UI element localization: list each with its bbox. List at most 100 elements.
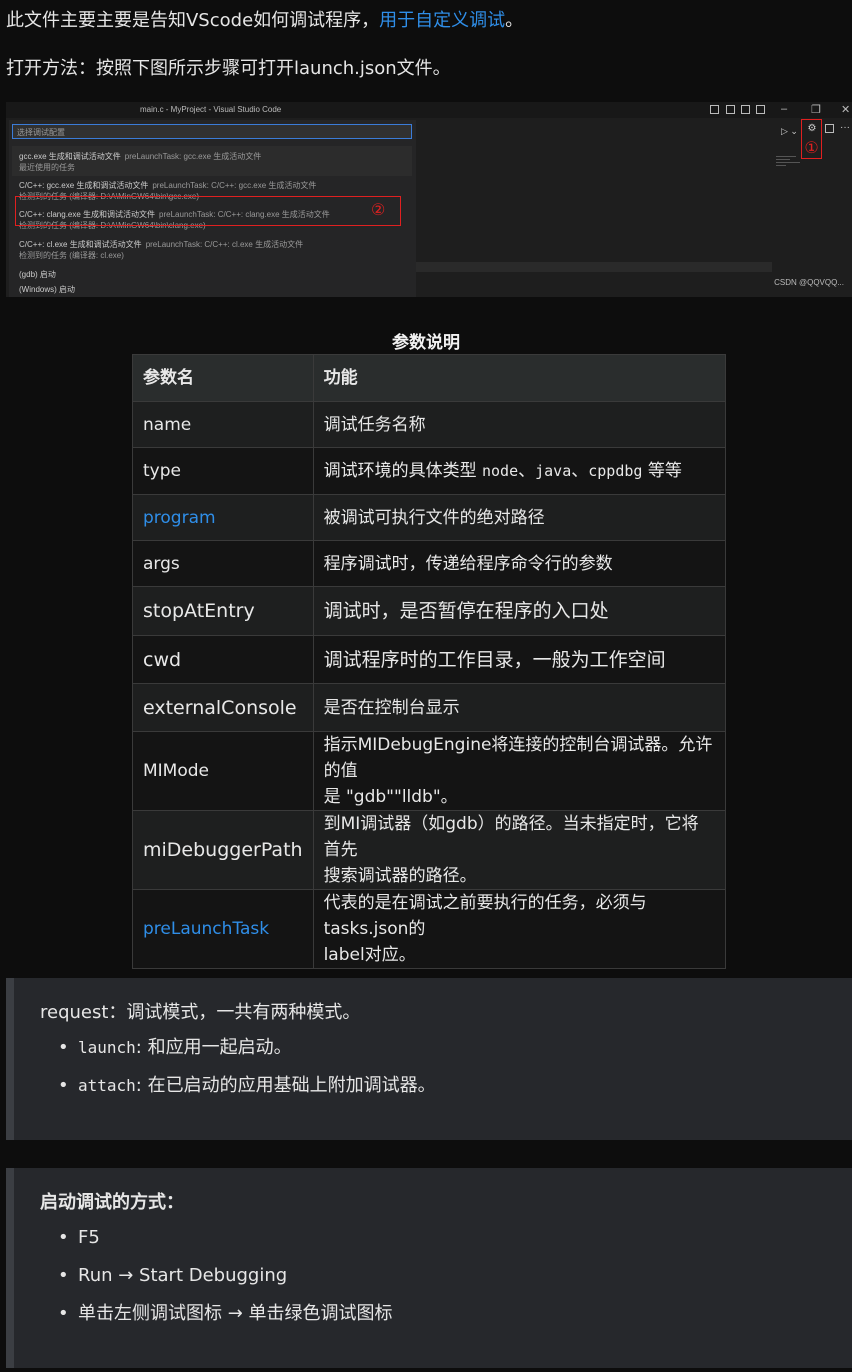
table-row: externalConsole 是否在控制台显示: [132, 683, 727, 732]
item-sub: 最近使用的任务: [19, 163, 75, 172]
table-row: name 调试任务名称: [132, 401, 727, 448]
quick-pick-item: (gdb) 启动: [19, 269, 56, 280]
start-debug-note: 启动调试的方式： F5 Run → Start Debugging 单击左侧调试…: [6, 1168, 852, 1368]
layout-icon: [710, 105, 719, 114]
param-name-link[interactable]: program: [132, 494, 314, 541]
desc-line: 代表的是在调试之前要执行的任务，必须与tasks.json的: [323, 893, 647, 939]
desc-line: 是 "gdb""lldb"。: [323, 787, 458, 807]
param-name: stopAtEntry: [132, 586, 314, 636]
list-item: attach: 在已启动的应用基础上附加调试器。: [40, 1074, 436, 1112]
run-icon: ▷ ⌄: [781, 126, 798, 136]
desc-text: 调试环境的具体类型: [323, 461, 482, 481]
table-header-row: 参数名 功能: [132, 354, 727, 402]
start-heading: 启动调试的方式：: [40, 1192, 184, 1213]
desc-line: label对应。: [323, 945, 416, 965]
item-hint: preLaunchTask: gcc.exe 生成活动文件: [124, 152, 262, 161]
intro-line-2: 打开方法：按照下图所示步骤可打开launch.json文件。: [6, 58, 451, 79]
code-attach: attach: [78, 1076, 136, 1095]
param-desc: 调试时，是否暂停在程序的入口处: [312, 586, 727, 636]
step1-marker: ①: [804, 140, 819, 157]
item-title: C/C++: gcc.exe 生成和调试活动文件: [19, 181, 149, 190]
code-launch: launch: [78, 1038, 136, 1057]
vscode-screenshot: main.c - MyProject - Visual Studio Code …: [6, 102, 852, 297]
table-row: args 程序调试时，传递给程序命令行的参数: [132, 540, 727, 587]
header-desc: 功能: [312, 354, 727, 402]
custom-debug-link[interactable]: 用于自定义调试: [379, 10, 505, 31]
param-desc: 是否在控制台显示: [312, 683, 727, 732]
code-node: node: [481, 462, 519, 480]
param-desc: 调试任务名称: [312, 401, 727, 448]
desc-text: 等等: [642, 461, 682, 481]
param-name: externalConsole: [132, 683, 314, 732]
table-row: miDebuggerPath 到MI调试器（如gdb）的路径。当未指定时，它将首…: [132, 810, 727, 890]
intro-end: 。: [505, 10, 524, 31]
desc-line: 到MI调试器（如gdb）的路径。当未指定时，它将首先: [323, 814, 699, 860]
item-title: (gdb) 启动: [19, 270, 56, 279]
table-caption: 参数说明: [392, 333, 460, 353]
item-hint: preLaunchTask: C/C++: gcc.exe 生成活动文件: [152, 181, 317, 190]
quick-pick-item: C/C++: cl.exe 生成和调试活动文件 preLaunchTask: C/…: [19, 239, 303, 261]
param-desc: 到MI调试器（如gdb）的路径。当未指定时，它将首先搜索调试器的路径。: [312, 810, 727, 890]
params-table: 参数名 功能 name 调试任务名称 type 调试环境的具体类型 node、j…: [132, 354, 727, 969]
table-row: preLaunchTask 代表的是在调试之前要执行的任务，必须与tasks.j…: [132, 889, 727, 969]
quick-pick-item: gcc.exe 生成和调试活动文件 preLaunchTask: gcc.exe …: [19, 151, 261, 173]
list-item: F5: [40, 1226, 393, 1264]
layout-icon: [741, 105, 750, 114]
quick-pick-item: (Windows) 启动: [19, 284, 75, 295]
list-item: launch: 和应用一起启动。: [40, 1036, 436, 1074]
minimize-icon: –: [781, 103, 788, 115]
param-name: type: [132, 447, 314, 495]
list-item: Run → Start Debugging: [40, 1264, 393, 1302]
item-hint: preLaunchTask: C/C++: cl.exe 生成活动文件: [145, 240, 304, 249]
param-desc: 程序调试时，传递给程序命令行的参数: [312, 540, 727, 587]
param-desc: 调试程序时的工作目录，一般为工作空间: [312, 635, 727, 684]
table-row: type 调试环境的具体类型 node、java、cppdbg 等等: [132, 447, 727, 495]
more-icon: ···: [840, 122, 850, 133]
request-heading: request：调试模式，一共有两种模式。: [40, 1002, 361, 1023]
start-list: F5 Run → Start Debugging 单击左侧调试图标 → 单击绿色…: [40, 1226, 393, 1340]
table-row: stopAtEntry 调试时，是否暂停在程序的入口处: [132, 586, 727, 636]
param-name: args: [132, 540, 314, 587]
param-desc: 被调试可执行文件的绝对路径: [312, 494, 727, 541]
step2-highlight: [15, 196, 401, 226]
code-cppdbg: cppdbg: [588, 462, 643, 480]
list-item: 单击左侧调试图标 → 单击绿色调试图标: [40, 1302, 393, 1340]
param-name: MIMode: [132, 731, 314, 811]
layout-icon: [756, 105, 765, 114]
table-row: MIMode 指示MIDebugEngine将连接的控制台调试器。允许的值是 "…: [132, 731, 727, 811]
close-icon: ✕: [841, 104, 851, 116]
item-title: (Windows) 启动: [19, 285, 76, 294]
window-title: main.c - MyProject - Visual Studio Code: [140, 105, 282, 114]
table-row: program 被调试可执行文件的绝对路径: [132, 494, 727, 541]
desc-line: 搜索调试器的路径。: [323, 866, 477, 886]
item-text: : 在已启动的应用基础上附加调试器。: [135, 1075, 436, 1096]
param-desc: 指示MIDebugEngine将连接的控制台调试器。允许的值是 "gdb""ll…: [312, 731, 727, 811]
quick-pick-panel: 选择调试配置 gcc.exe 生成和调试活动文件 preLaunchTask: g…: [9, 120, 416, 297]
param-name-link[interactable]: preLaunchTask: [132, 889, 314, 969]
step2-marker: ②: [371, 202, 386, 219]
request-note: request：调试模式，一共有两种模式。 launch: 和应用一起启动。 a…: [6, 978, 852, 1140]
item-title: gcc.exe 生成和调试活动文件: [19, 152, 121, 161]
split-editor-icon: [825, 124, 834, 133]
desc-line: 指示MIDebugEngine将连接的控制台调试器。允许的值: [323, 735, 713, 781]
param-name: name: [132, 401, 314, 448]
sep: 、: [518, 461, 536, 481]
intro-line-1: 此文件主要主要是告知VScode如何调试程序，用于自定义调试。: [6, 8, 523, 34]
request-list: launch: 和应用一起启动。 attach: 在已启动的应用基础上附加调试器…: [40, 1036, 436, 1112]
intro-text: 此文件主要主要是告知VScode如何调试程序，: [6, 10, 380, 31]
param-desc: 调试环境的具体类型 node、java、cppdbg 等等: [312, 447, 727, 495]
header-name: 参数名: [132, 354, 314, 402]
code-java: java: [535, 462, 572, 480]
param-name: cwd: [132, 635, 314, 684]
param-desc: 代表的是在调试之前要执行的任务，必须与tasks.json的 label对应。: [312, 889, 727, 969]
editor-highlight: [416, 262, 772, 272]
item-text: : 和应用一起启动。: [135, 1037, 292, 1058]
watermark: CSDN @QQVQQ...: [774, 278, 844, 287]
layout-icon: [726, 105, 735, 114]
param-name: miDebuggerPath: [132, 810, 314, 890]
item-sub: 检测到的任务 (编译器: cl.exe): [19, 251, 124, 260]
restore-icon: ❐: [811, 104, 821, 116]
debug-config-search: 选择调试配置: [12, 124, 412, 139]
sep: 、: [571, 461, 589, 481]
table-row: cwd 调试程序时的工作目录，一般为工作空间: [132, 635, 727, 684]
